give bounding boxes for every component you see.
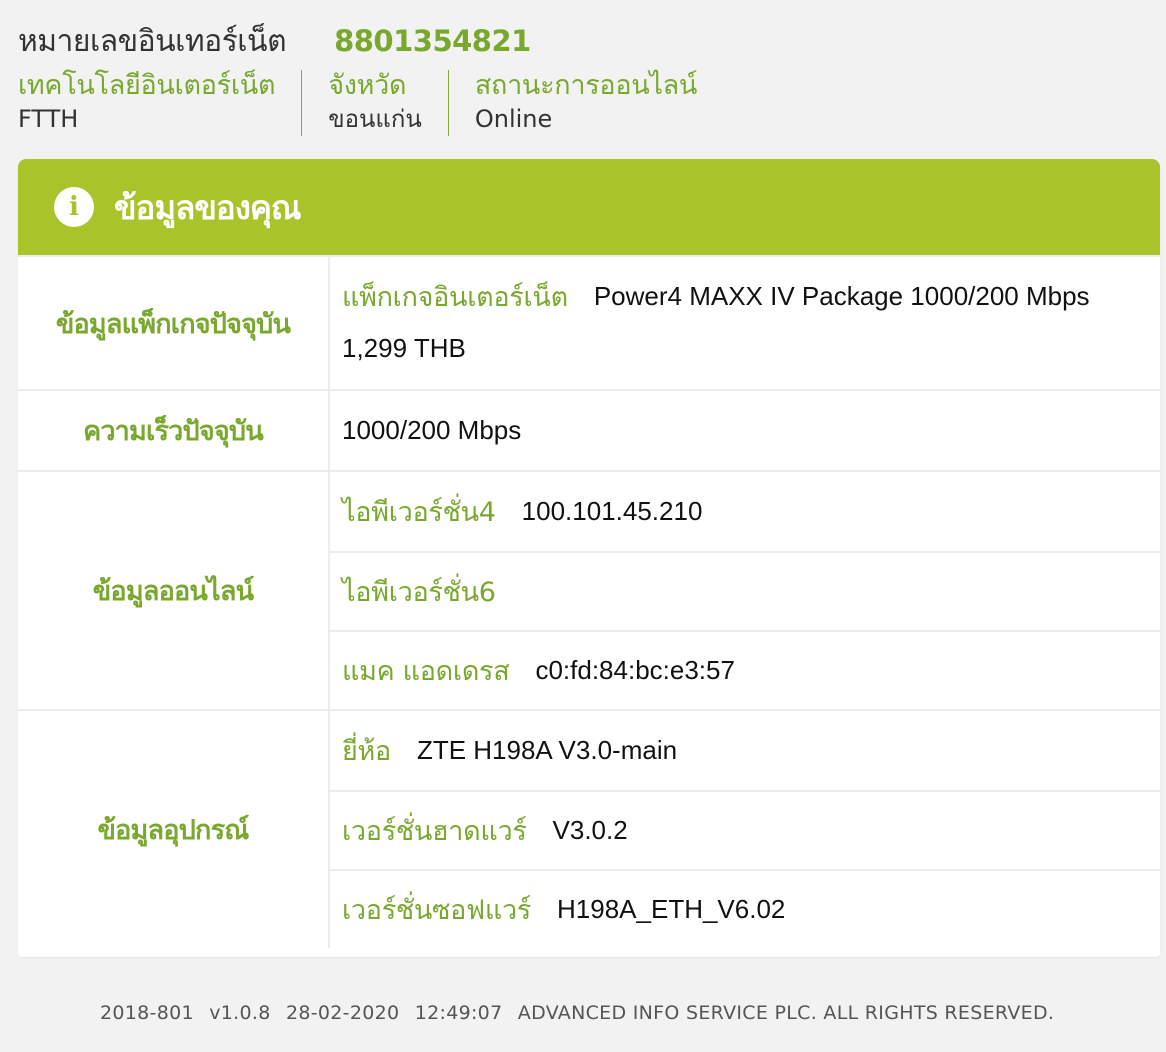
- footer-time: 12:49:07: [414, 1002, 503, 1024]
- speed-section: ความเร็วปัจจุบัน 1000/200 Mbps: [18, 389, 1160, 470]
- speed-row: 1000/200 Mbps: [330, 391, 1160, 470]
- footer-version: v1.0.8: [209, 1002, 271, 1024]
- footer: 2018-801 v1.0.8 28-02-2020 12:49:07 ADVA…: [100, 1002, 1063, 1024]
- mac-row: แมค แอดเดรส c0:fd:84:bc:e3:57: [330, 630, 1160, 709]
- internet-number-line: หมายเลขอินเทอร์เน็ต 8801354821: [18, 18, 1158, 62]
- ipv4-label: ไอพีเวอร์ชั่น4: [342, 497, 496, 528]
- software-label: เวอร์ชั่นซอฟแวร์: [342, 895, 532, 926]
- device-section-label: ข้อมูลอุปกรณ์: [18, 711, 330, 948]
- ipv6-row: ไอพีเวอร์ชั่น6: [330, 551, 1160, 630]
- province-value: ขอนแก่น: [328, 105, 422, 133]
- software-value: H198A_ETH_V6.02: [557, 894, 786, 924]
- package-section-label: ข้อมูลแพ็กเกจปัจจุบัน: [18, 257, 330, 389]
- account-header: หมายเลขอินเทอร์เน็ต 8801354821 เทคโนโลยี…: [18, 18, 1158, 136]
- online-status-label: สถานะการออนไลน์: [474, 70, 698, 101]
- package-label: แพ็กเกจอินเตอร์เน็ต: [342, 281, 568, 313]
- technology-label: เทคโนโลยีอินเตอร์เน็ต: [18, 70, 276, 101]
- internet-number-value: 8801354821: [334, 24, 531, 58]
- brand-row: ยี่ห้อ ZTE H198A V3.0-main: [330, 711, 1160, 790]
- card-title: ข้อมูลของคุณ: [114, 187, 302, 227]
- province-column: จังหวัด ขอนแก่น: [301, 70, 448, 136]
- online-section: ข้อมูลออนไลน์ ไอพีเวอร์ชั่น4 100.101.45.…: [18, 470, 1160, 709]
- province-label: จังหวัด: [328, 70, 407, 101]
- device-section: ข้อมูลอุปกรณ์ ยี่ห้อ ZTE H198A V3.0-main…: [18, 709, 1160, 948]
- mac-label: แมค แอดเดรส: [342, 656, 510, 687]
- footer-copyright: ADVANCED INFO SERVICE PLC. ALL RIGHTS RE…: [517, 1002, 1055, 1024]
- ipv4-row: ไอพีเวอร์ชั่น4 100.101.45.210: [330, 472, 1160, 551]
- hardware-row: เวอร์ชั่นฮาดแวร์ V3.0.2: [330, 790, 1160, 869]
- footer-date: 28-02-2020: [285, 1002, 400, 1024]
- software-row: เวอร์ชั่นซอฟแวร์ H198A_ETH_V6.02: [330, 869, 1160, 948]
- package-name: Power4 MAXX IV Package 1000/200 Mbps: [593, 280, 1090, 311]
- brand-label: ยี่ห้อ: [342, 736, 391, 767]
- ipv4-value: 100.101.45.210: [521, 496, 703, 526]
- brand-value: ZTE H198A V3.0-main: [416, 735, 678, 765]
- ipv6-label: ไอพีเวอร์ชั่น6: [342, 577, 496, 608]
- hardware-value: V3.0.2: [552, 815, 628, 845]
- speed-value: 1000/200 Mbps: [342, 415, 522, 445]
- online-section-label: ข้อมูลออนไลน์: [18, 472, 330, 709]
- technology-value: FTTH: [18, 105, 79, 133]
- info-icon: i: [54, 187, 94, 227]
- footer-build: 2018-801: [100, 1002, 194, 1024]
- technology-column: เทคโนโลยีอินเตอร์เน็ต FTTH: [18, 70, 301, 136]
- online-status-column: สถานะการออนไลน์ Online: [447, 70, 723, 136]
- hardware-label: เวอร์ชั่นฮาดแวร์: [342, 816, 527, 847]
- online-status-value: Online: [474, 105, 553, 133]
- speed-section-label: ความเร็วปัจจุบัน: [18, 391, 330, 470]
- package-info: แพ็กเกจอินเตอร์เน็ต Power4 MAXX IV Packa…: [330, 257, 1160, 389]
- package-section: ข้อมูลแพ็กเกจปัจจุบัน แพ็กเกจอินเตอร์เน็…: [18, 255, 1160, 389]
- internet-number-label: หมายเลขอินเทอร์เน็ต: [18, 24, 287, 59]
- account-summary: เทคโนโลยีอินเตอร์เน็ต FTTH จังหวัด ขอนแก…: [18, 70, 1158, 136]
- package-price: 1,299 THB: [342, 333, 466, 363]
- mac-value: c0:fd:84:bc:e3:57: [535, 655, 735, 685]
- your-info-card: i ข้อมูลของคุณ ข้อมูลแพ็กเกจปัจจุบัน แพ็…: [18, 159, 1160, 957]
- card-header: i ข้อมูลของคุณ: [18, 159, 1160, 255]
